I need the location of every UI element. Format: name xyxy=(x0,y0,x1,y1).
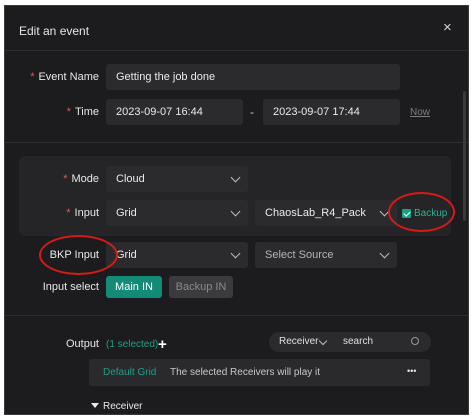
input-label-text: Input xyxy=(74,207,99,219)
now-link[interactable]: Now xyxy=(410,107,430,118)
mode-select[interactable]: Cloud xyxy=(106,166,248,192)
required-marker: * xyxy=(30,71,35,83)
more-options-icon[interactable]: ••• xyxy=(407,366,416,376)
close-icon[interactable]: × xyxy=(443,20,452,35)
chevron-down-icon xyxy=(318,336,328,346)
section-divider xyxy=(5,142,468,143)
search-input[interactable]: search xyxy=(343,332,373,352)
screenshot-frame: Edit an event × * Event Name Getting the … xyxy=(0,0,472,417)
input-source-value: ChaosLab_R4_Pack xyxy=(265,207,366,219)
chevron-down-icon xyxy=(379,206,390,217)
receiver-section-label: Receiver xyxy=(103,401,143,412)
dialog-title: Edit an event xyxy=(19,24,90,38)
receiver-search-bar: Receiver search xyxy=(269,332,431,352)
scrollbar[interactable] xyxy=(463,91,466,221)
required-marker: * xyxy=(63,173,68,185)
output-label: Output xyxy=(65,338,99,350)
bkp-source-select[interactable]: Select Source xyxy=(255,242,397,268)
section-divider xyxy=(5,315,468,316)
start-time-input[interactable]: 2023-09-07 16:44 xyxy=(106,99,243,125)
input-source-select[interactable]: ChaosLab_R4_Pack xyxy=(255,200,397,226)
time-label-text: Time xyxy=(74,106,99,118)
chevron-down-icon xyxy=(230,172,241,183)
search-icon[interactable] xyxy=(411,337,419,345)
input-select-value: Grid xyxy=(116,207,137,219)
bkp-input-label: BKP Input xyxy=(49,249,99,261)
chevron-down-icon xyxy=(230,248,241,259)
mode-label-text: Mode xyxy=(71,173,99,185)
add-output-icon[interactable]: + xyxy=(158,337,167,352)
backup-in-button[interactable]: Backup IN xyxy=(169,276,233,298)
backup-checkbox-label[interactable]: Backup xyxy=(414,208,447,219)
bkp-source-placeholder: Select Source xyxy=(265,249,334,261)
chevron-down-icon xyxy=(230,206,241,217)
output-selected-count: (1 selected) xyxy=(106,339,159,350)
mode-select-value: Cloud xyxy=(116,173,145,185)
bkp-input-select[interactable]: Grid xyxy=(106,242,248,268)
output-row-description: The selected Receivers will play it xyxy=(170,367,321,378)
required-marker: * xyxy=(66,106,71,118)
event-name-label-text: Event Name xyxy=(38,71,99,83)
main-in-button[interactable]: Main IN xyxy=(106,276,162,298)
receiver-filter-select[interactable]: Receiver xyxy=(279,332,318,352)
header-divider xyxy=(5,50,468,51)
event-name-input[interactable]: Getting the job done xyxy=(106,64,400,90)
bkp-input-select-value: Grid xyxy=(116,249,137,261)
chevron-down-icon xyxy=(379,248,390,259)
input-select[interactable]: Grid xyxy=(106,200,248,226)
event-name-label: * Event Name xyxy=(25,71,99,83)
edit-event-dialog: Edit an event × * Event Name Getting the … xyxy=(4,5,469,415)
output-row-name: Default Grid xyxy=(103,367,157,378)
receiver-section-toggle[interactable]: Receiver xyxy=(91,401,142,412)
time-separator: - xyxy=(250,105,254,119)
input-label: * Input xyxy=(25,207,99,219)
backup-checkbox[interactable] xyxy=(402,209,411,218)
caret-down-icon xyxy=(91,403,99,408)
input-select-label: Input select xyxy=(42,281,99,293)
end-time-input[interactable]: 2023-09-07 17:44 xyxy=(263,99,400,125)
required-marker: * xyxy=(66,207,71,219)
output-row[interactable]: Default Grid The selected Receivers will… xyxy=(89,359,430,386)
time-label: * Time xyxy=(25,106,99,118)
mode-label: * Mode xyxy=(25,173,99,185)
